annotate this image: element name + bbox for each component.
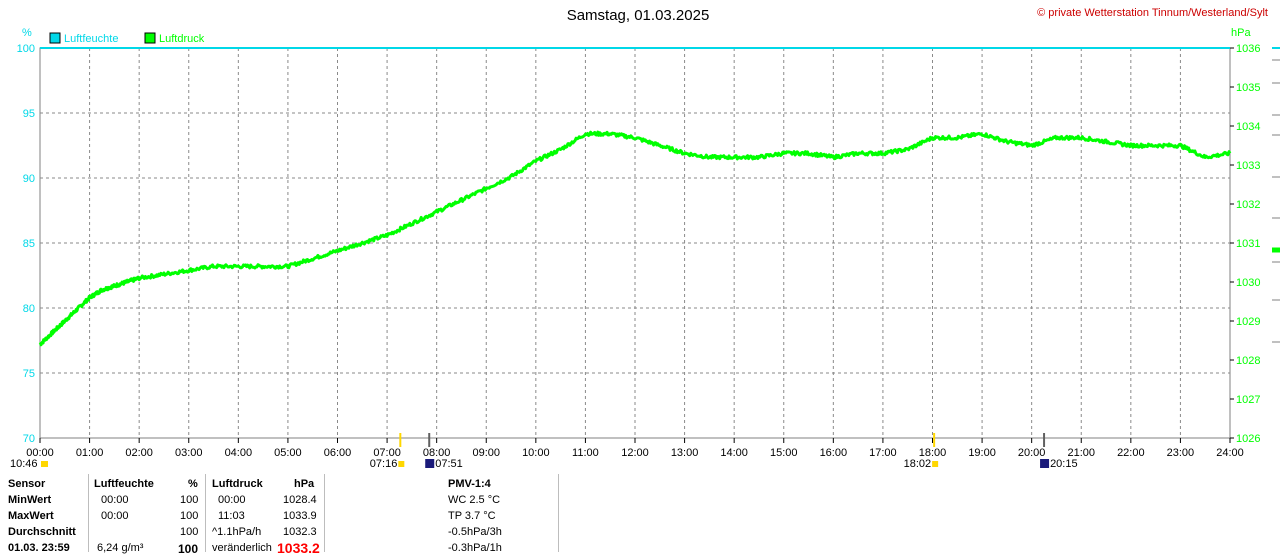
sun-icon: [932, 461, 939, 467]
right-tick-label: 1031: [1236, 238, 1260, 250]
x-tick-label: 05:00: [274, 447, 302, 459]
right-edge-marks: [1272, 47, 1280, 343]
press-avg-value: 1032.3: [283, 526, 317, 538]
copyright-text: © private Wetterstation Tinnum/Westerlan…: [1037, 7, 1268, 19]
hum-min-time: 00:00: [101, 494, 129, 506]
left-tick-label: 95: [23, 108, 35, 120]
x-tick-label: 04:00: [225, 447, 253, 459]
hum-min-value: 100: [180, 494, 199, 506]
right-tick-label: 1030: [1236, 277, 1260, 289]
moon-icon: [1040, 459, 1050, 468]
x-tick-label: 23:00: [1167, 447, 1195, 459]
left-tick-label: 70: [23, 433, 35, 445]
left-axis-unit: %: [22, 27, 32, 39]
legend: Luftfeuchte Luftdruck: [49, 32, 205, 45]
right-tick-label: 1032: [1236, 199, 1260, 211]
press-min-value: 1028.4: [283, 494, 317, 506]
x-tick-label: 09:00: [472, 447, 500, 459]
x-tick-label: 02:00: [125, 447, 153, 459]
x-tick-label: 11:00: [572, 447, 599, 459]
x-tick-label: 22:00: [1117, 447, 1145, 459]
table-header-sensor: Sensor: [8, 478, 46, 490]
hum-max-value: 100: [180, 510, 199, 522]
table-header-pmv: PMV-1:4: [448, 478, 491, 490]
right-axis-unit: hPa: [1231, 27, 1251, 39]
table-divider: [88, 474, 89, 552]
x-tick-label: 03:00: [175, 447, 203, 459]
x-tick-label: 01:00: [76, 447, 104, 459]
press-tendency: veränderlich: [212, 542, 272, 554]
left-tick-label: 90: [23, 173, 35, 185]
table-header-press-unit: hPa: [294, 478, 315, 490]
moon-event-label: 07:51: [435, 458, 463, 470]
sun-icon: [398, 461, 405, 467]
press-current-value: 1033.2: [277, 540, 320, 556]
right-tick-label: 1034: [1236, 121, 1260, 133]
left-tick-label: 100: [17, 43, 35, 55]
legend-swatch-luftfeuchte: [49, 32, 61, 44]
statistics-table: Sensor Luftfeuchte % Luftdruck hPa PMV-1…: [0, 474, 1280, 556]
hum-current-value: 100: [178, 542, 199, 556]
table-divider: [324, 474, 325, 552]
sun-event-label: 18:02: [904, 458, 932, 470]
x-tick-label: 17:00: [869, 447, 897, 459]
right-tick-label: 1026: [1236, 433, 1260, 445]
x-tick-label: 15:00: [770, 447, 798, 459]
legend-swatch-luftdruck: [144, 32, 156, 44]
press-max-value: 1033.9: [283, 510, 317, 522]
table-header-luftdruck: Luftdruck: [212, 478, 263, 490]
sun-event-label: 07:16: [370, 458, 398, 470]
x-tick-label: 10:00: [522, 447, 550, 459]
row-label-min: MinWert: [8, 494, 52, 506]
press-trend-rate: ^1.1hPa/h: [212, 526, 262, 538]
chart-title: Samstag, 01.03.2025: [567, 7, 710, 24]
right-tick-label: 1035: [1236, 82, 1260, 94]
chart-area: 00:00 01:00 02:00 03:00 04:00 05:00 06:00 07:00…: [10, 7, 1280, 470]
table-divider: [558, 474, 559, 552]
row-label-current: 01.03. 23:59: [8, 542, 70, 554]
pmv-line-4: -0.3hPa/1h: [448, 542, 502, 554]
table-header-hum-unit: %: [188, 478, 198, 490]
hum-absolute: 6,24 g/m³: [97, 542, 144, 554]
legend-label-luftfeuchte: Luftfeuchte: [64, 33, 118, 45]
press-max-time: 11:03: [218, 510, 245, 522]
left-tick-label: 80: [23, 303, 35, 315]
x-tick-label: 20:00: [1018, 447, 1046, 459]
pmv-line-2: TP 3.7 °C: [448, 510, 496, 522]
right-tick-label: 1029: [1236, 316, 1260, 328]
left-tick-label: 75: [23, 368, 35, 380]
x-tick-label: 24:00: [1216, 447, 1244, 459]
hum-avg-value: 100: [180, 526, 199, 538]
press-min-time: 00:00: [218, 494, 246, 506]
x-tick-label: 14:00: [720, 447, 748, 459]
start-time-label: 10:46: [10, 458, 38, 470]
moon-event-label: 20:15: [1050, 458, 1078, 470]
x-tick-label: 06:00: [324, 447, 352, 459]
pmv-line-3: -0.5hPa/3h: [448, 526, 502, 538]
legend-label-luftdruck: Luftdruck: [159, 33, 205, 45]
pmv-line-1: WC 2.5 °C: [448, 494, 501, 506]
row-label-max: MaxWert: [8, 510, 54, 522]
right-tick-label: 1033: [1236, 160, 1260, 172]
right-tick-label: 1036: [1236, 43, 1260, 55]
table-divider: [205, 474, 206, 552]
x-tick-label: 16:00: [820, 447, 848, 459]
sun-marker-start: [41, 461, 48, 467]
hum-max-time: 00:00: [101, 510, 129, 522]
x-tick-label: 19:00: [968, 447, 996, 459]
table-header-luftfeuchte: Luftfeuchte: [94, 478, 154, 490]
right-tick-label: 1028: [1236, 355, 1260, 367]
x-tick-label: 13:00: [671, 447, 699, 459]
right-tick-label: 1027: [1236, 394, 1260, 406]
row-label-avg: Durchschnitt: [8, 526, 76, 538]
left-tick-label: 85: [23, 238, 35, 250]
moon-icon: [425, 459, 435, 468]
x-tick-label: 12:00: [621, 447, 649, 459]
